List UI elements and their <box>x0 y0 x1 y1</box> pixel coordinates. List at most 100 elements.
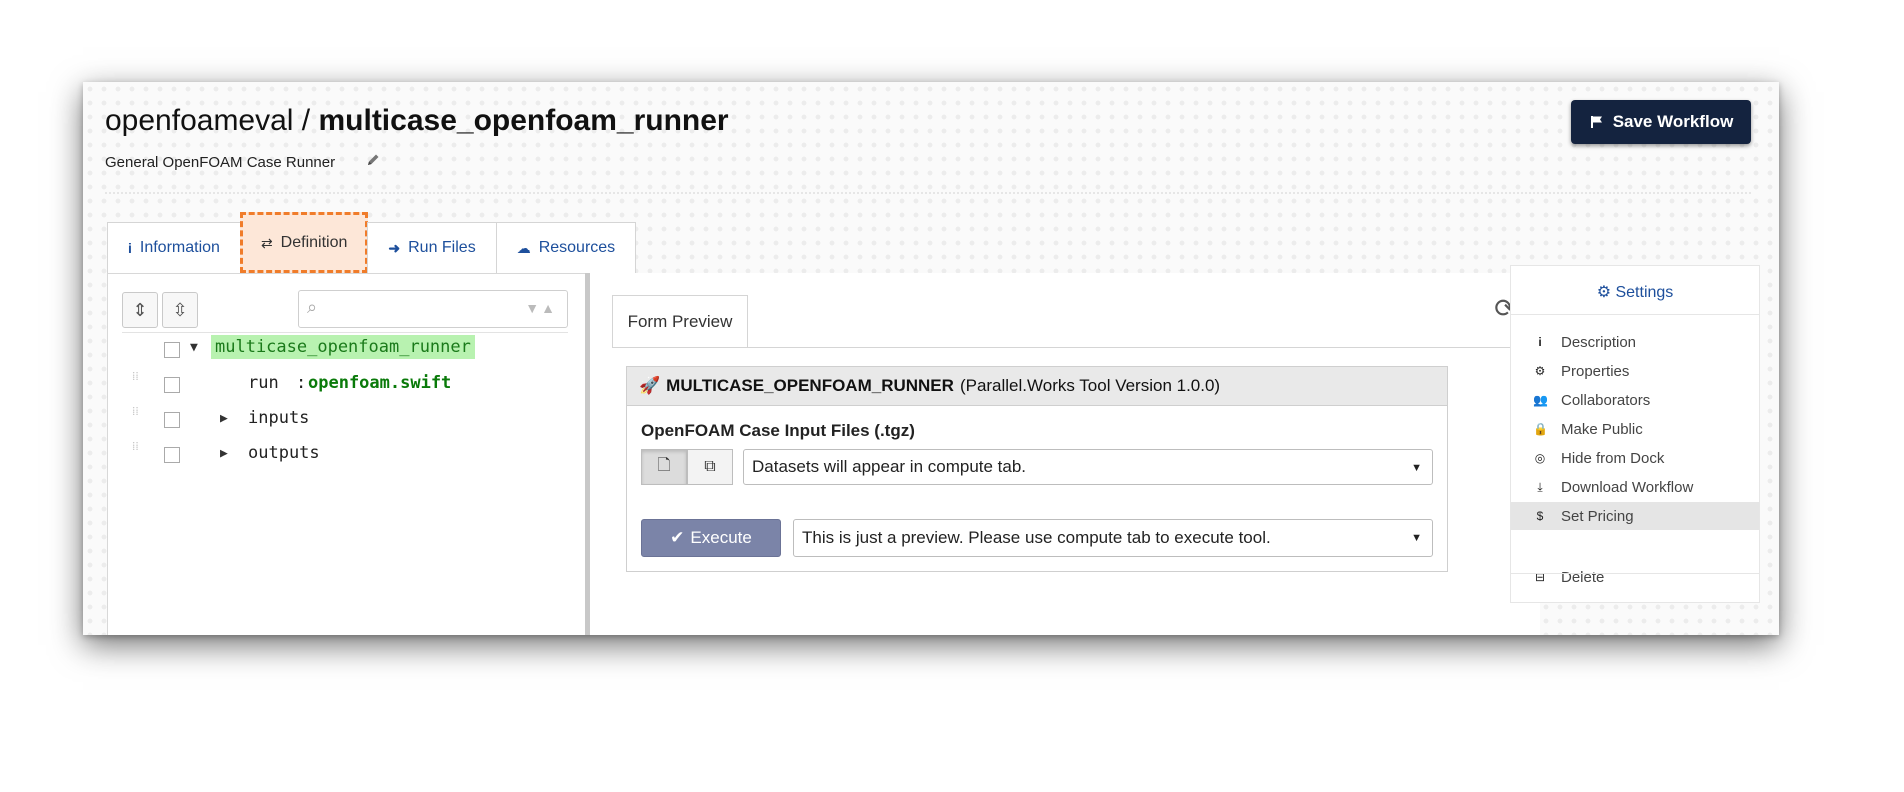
tool-form-header: 🚀 MULTICASE_OPENFOAM_RUNNER (Parallel.Wo… <box>627 367 1447 406</box>
eye-slash-icon: ◎ <box>1534 451 1546 465</box>
chevron-down-icon: ▼ <box>1411 462 1422 474</box>
tool-name: MULTICASE_OPENFOAM_RUNNER <box>666 376 954 395</box>
check-icon: ✔ <box>670 528 685 547</box>
expand-icon: ⇕ <box>132 299 148 320</box>
tree-row-outputs: ⁞⁞ ▶ outputs <box>108 439 588 469</box>
settings-item-label: Description <box>1561 333 1637 351</box>
settings-item-label: Make Public <box>1561 420 1643 438</box>
file-mode-toggle: 🗋 ⧉ <box>641 449 733 485</box>
settings-item-label: Delete <box>1561 568 1605 586</box>
save-workflow-label: Save Workflow <box>1612 112 1734 131</box>
settings-item-properties[interactable]: ⚙ Properties <box>1511 357 1759 385</box>
tree-search-input[interactable]: ⌕ ▼▲ <box>298 290 568 328</box>
settings-bottom-divider <box>1511 573 1759 574</box>
settings-item-collaborators[interactable]: 👥 Collaborators <box>1511 386 1759 414</box>
settings-item-description[interactable]: i Description <box>1511 328 1759 356</box>
settings-item-label: Hide from Dock <box>1561 449 1665 467</box>
row-checkbox[interactable] <box>164 377 180 393</box>
tab-form-preview[interactable]: Form Preview <box>612 295 748 348</box>
collapsed-caret-icon[interactable]: ▶ <box>220 411 228 426</box>
files-icon: ⧉ <box>704 458 716 475</box>
workflow-tabs: i Information ⇄ Definition ➜ Run Files ☁… <box>107 212 637 274</box>
drag-handle-icon[interactable]: ⁞⁞ <box>132 370 144 395</box>
tool-form: 🚀 MULTICASE_OPENFOAM_RUNNER (Parallel.Wo… <box>626 366 1448 572</box>
owner-name: openfoameval <box>105 104 294 137</box>
collapsed-caret-icon[interactable]: ▶ <box>220 446 228 461</box>
settings-item-set-pricing[interactable]: $ Set Pricing <box>1511 502 1759 530</box>
flag-icon <box>1590 116 1602 128</box>
header-divider <box>105 192 1751 194</box>
definition-tree-pane: ⇕ ⇳ ⌕ ▼▲ ▼ multicase_openfoam_runner ⁞⁞ … <box>107 273 588 635</box>
expanded-caret-icon[interactable]: ▼ <box>190 340 198 355</box>
inputs-node[interactable]: inputs <box>248 408 309 428</box>
form-tab-divider <box>612 347 1540 348</box>
tab-label: Definition <box>280 234 348 251</box>
dataset-select-value: Datasets will appear in compute tab. <box>752 457 1027 476</box>
row-checkbox[interactable] <box>164 447 180 463</box>
settings-item-label: Set Pricing <box>1561 507 1634 525</box>
settings-panel: ⚙ Settings i Description ⚙ Properties 👥 … <box>1510 265 1760 603</box>
root-node-label[interactable]: multicase_openfoam_runner <box>211 335 475 359</box>
arrow-right-icon: ➜ <box>388 239 401 256</box>
tool-version: (Parallel.Works Tool Version 1.0.0) <box>959 376 1221 395</box>
tab-information[interactable]: i Information <box>107 222 241 273</box>
users-icon: 👥 <box>1533 393 1548 407</box>
tab-definition[interactable]: ⇄ Definition <box>239 212 369 273</box>
gear-icon: ⚙ <box>1596 284 1612 301</box>
settings-item-label: Collaborators <box>1561 391 1651 409</box>
execute-target-select[interactable]: This is just a preview. Please use compu… <box>793 519 1433 557</box>
execute-label: Execute <box>690 528 752 547</box>
dollar-icon: $ <box>1536 509 1544 523</box>
row-checkbox[interactable] <box>164 412 180 428</box>
settings-item-make-public[interactable]: 🔒 Make Public <box>1511 415 1759 443</box>
form-preview-pane: Form Preview ⟳ 🚀 MULTICASE_OPENFOAM_RUNN… <box>590 273 1540 635</box>
tab-label: Run Files <box>408 239 476 256</box>
tab-label: Information <box>139 239 220 256</box>
page-title: openfoameval / multicase_openfoam_runner <box>105 104 729 138</box>
input-files-label: OpenFOAM Case Input Files (.tgz) <box>641 421 915 440</box>
tree-row-root: ▼ multicase_openfoam_runner <box>108 334 588 364</box>
search-icon: ⌕ <box>307 297 318 317</box>
settings-item-label: Download Workflow <box>1561 478 1694 496</box>
pencil-icon[interactable] <box>365 152 381 168</box>
title-separator: / <box>293 104 319 137</box>
settings-divider <box>1511 314 1759 315</box>
download-icon: ⤓ <box>1537 479 1543 494</box>
drag-handle-icon[interactable]: ⁞⁞ <box>132 405 144 430</box>
settings-title-label: Settings <box>1615 284 1674 301</box>
tab-resources[interactable]: ☁ Resources <box>495 222 637 273</box>
execute-button[interactable]: ✔ Execute <box>641 519 781 557</box>
save-workflow-button[interactable]: Save Workflow <box>1571 100 1751 144</box>
settings-item-download-workflow[interactable]: ⤓ Download Workflow <box>1511 473 1759 501</box>
tree-divider <box>122 332 568 333</box>
gear-icon: ⚙ <box>1534 364 1546 378</box>
collapse-all-button[interactable]: ⇳ <box>162 292 198 328</box>
expand-all-button[interactable]: ⇕ <box>122 292 158 328</box>
drag-handle-icon[interactable]: ⁞⁞ <box>132 440 144 465</box>
settings-item-label: Properties <box>1561 362 1630 380</box>
single-file-button[interactable]: 🗋 <box>641 449 687 485</box>
chevron-down-icon: ▼ <box>1411 532 1422 544</box>
settings-item-delete[interactable]: ⊟ Delete <box>1511 563 1759 591</box>
multiple-files-button[interactable]: ⧉ <box>687 449 733 485</box>
tab-run-files[interactable]: ➜ Run Files <box>367 222 497 273</box>
tree-row-inputs: ⁞⁞ ▶ inputs <box>108 404 588 434</box>
tab-label: Resources <box>538 239 616 256</box>
settings-item-hide-from-dock[interactable]: ◎ Hide from Dock <box>1511 444 1759 472</box>
rocket-icon: 🚀 <box>639 376 661 395</box>
run-key: run <box>248 373 279 393</box>
outputs-node[interactable]: outputs <box>248 443 320 463</box>
retweet-icon: ⇄ <box>260 234 273 251</box>
dataset-select[interactable]: Datasets will appear in compute tab. ▼ <box>743 449 1433 485</box>
info-icon: i <box>128 240 132 256</box>
workflow-subtitle: General OpenFOAM Case Runner <box>105 154 336 171</box>
info-icon: i <box>1538 335 1542 349</box>
file-icon: 🗋 <box>657 456 671 474</box>
lock-icon: 🔒 <box>1533 422 1548 436</box>
run-value[interactable]: openfoam.swift <box>308 373 451 393</box>
run-separator: : <box>296 373 307 393</box>
search-nav-arrows-icon[interactable]: ▼▲ <box>525 300 557 316</box>
row-checkbox[interactable] <box>164 342 180 358</box>
execute-select-value: This is just a preview. Please use compu… <box>802 528 1271 547</box>
workflow-editor-card: openfoameval / multicase_openfoam_runner… <box>83 82 1779 635</box>
